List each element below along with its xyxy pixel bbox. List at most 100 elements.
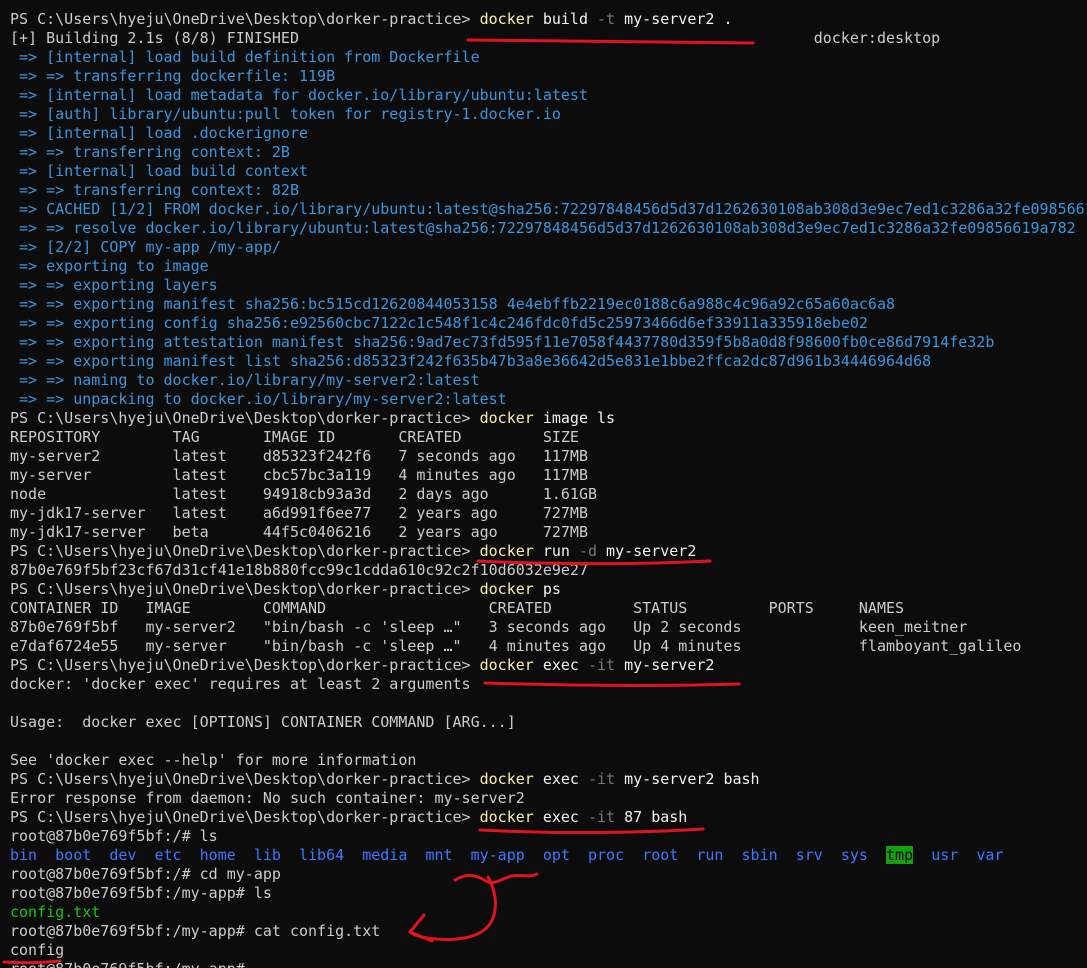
terminal-text: my-server latest cbc57bc3a119 4 minutes …: [10, 466, 588, 484]
terminal-text: docker: [479, 770, 534, 788]
terminal-text: => [internal] load .dockerignore: [10, 124, 309, 142]
terminal-text: => [internal] load metadata for docker.i…: [10, 86, 588, 104]
terminal-line: => [2/2] COPY my-app /my-app/: [10, 238, 1087, 257]
terminal-text: PS C:\Users\hyeju\OneDrive\Desktop\dorke…: [10, 10, 480, 28]
terminal-text: => => exporting attestation manifest sha…: [10, 333, 995, 351]
terminal-text: usr: [931, 846, 959, 864]
terminal-text: docker: [479, 808, 534, 826]
terminal-line: => => exporting attestation manifest sha…: [10, 333, 1087, 352]
terminal-window[interactable]: PS C:\Users\hyeju\OneDrive\Desktop\dorke…: [0, 0, 1087, 968]
terminal-text: build: [533, 10, 598, 28]
terminal-text: tmp: [886, 846, 914, 864]
terminal-line: => exporting to image: [10, 257, 1087, 276]
terminal-line: => => transferring dockerfile: 119B: [10, 67, 1087, 86]
terminal-line: config.txt: [10, 903, 1087, 922]
terminal-line: config: [10, 941, 1087, 960]
terminal-text: exec: [533, 770, 588, 788]
terminal-line: root@87b0e769f5bf:/my-app# ls: [10, 884, 1087, 903]
terminal-line: => [internal] load build context: [10, 162, 1087, 181]
terminal-text: => => unpacking to docker.io/library/my-…: [10, 390, 507, 408]
terminal-text: docker: [479, 409, 534, 427]
terminal-text: docker: [479, 656, 534, 674]
terminal-line: e7daf6724e55 my-server "bin/bash -c 'sle…: [10, 637, 1087, 656]
terminal-line: => [internal] load metadata for docker.i…: [10, 86, 1087, 105]
terminal-text: 87b0e769f5bf23cf67d31cf41e18b880fcc99c1c…: [10, 561, 588, 579]
terminal-text: REPOSITORY TAG IMAGE ID CREATED SIZE: [10, 428, 579, 446]
terminal-line: root@87b0e769f5bf:/my-app# cat config.tx…: [10, 922, 1087, 941]
terminal-text: root@87b0e769f5bf:/# ls: [10, 827, 218, 845]
terminal-text: 87b0e769f5bf my-server2 "bin/bash -c 'sl…: [10, 618, 968, 636]
terminal-text: config.txt: [10, 903, 101, 921]
terminal-text: docker: [479, 580, 534, 598]
terminal-text: e7daf6724e55 my-server "bin/bash -c 'sle…: [10, 637, 1022, 655]
terminal-text: config: [10, 941, 65, 959]
terminal-line: Error response from daemon: No such cont…: [10, 789, 1087, 808]
terminal-text: => [internal] load build definition from…: [10, 48, 480, 66]
terminal-text: proc: [588, 846, 625, 864]
terminal-text: lib: [253, 846, 281, 864]
terminal-line: my-server2 latest d85323f242f6 7 seconds…: [10, 447, 1087, 466]
terminal-text: my-server2: [615, 656, 715, 674]
terminal-text: srv: [795, 846, 823, 864]
terminal-line: PS C:\Users\hyeju\OneDrive\Desktop\dorke…: [10, 770, 1087, 789]
terminal-line: root@87b0e769f5bf:/my-app#: [10, 960, 1087, 968]
terminal-text: PS C:\Users\hyeju\OneDrive\Desktop\dorke…: [10, 656, 480, 674]
terminal-text: sys: [840, 846, 868, 864]
terminal-text: See 'docker exec --help' for more inform…: [10, 751, 417, 769]
terminal-text: Usage: docker exec [OPTIONS] CONTAINER C…: [10, 713, 516, 731]
terminal-line: PS C:\Users\hyeju\OneDrive\Desktop\dorke…: [10, 808, 1087, 827]
terminal-text: => => transferring dockerfile: 119B: [10, 67, 336, 85]
terminal-text: root: [642, 846, 679, 864]
terminal-line: PS C:\Users\hyeju\OneDrive\Desktop\dorke…: [10, 10, 1087, 29]
terminal-text: my-app: [470, 846, 525, 864]
terminal-text: opt: [542, 846, 570, 864]
terminal-text: PS C:\Users\hyeju\OneDrive\Desktop\dorke…: [10, 542, 480, 560]
terminal-text: root@87b0e769f5bf:/my-app#: [10, 960, 254, 968]
terminal-text: lib64: [299, 846, 345, 864]
terminal-line: => => exporting config sha256:e92560cbc7…: [10, 314, 1087, 333]
terminal-line: => => transferring context: 82B: [10, 181, 1087, 200]
terminal-text: -d: [578, 542, 598, 560]
terminal-text: => [internal] load build context: [10, 162, 309, 180]
terminal-text: -it: [587, 656, 616, 674]
terminal-text: => => exporting layers: [10, 276, 218, 294]
terminal-text: -it: [587, 808, 616, 826]
terminal-line: my-jdk17-server latest a6d991f6ee77 2 ye…: [10, 504, 1087, 523]
terminal-text: Error response from daemon: No such cont…: [10, 789, 525, 807]
terminal-text: => => resolve docker.io/library/ubuntu:l…: [10, 219, 1076, 237]
terminal-text: sbin: [741, 846, 778, 864]
terminal-text: 87 bash: [615, 808, 688, 826]
terminal-text: mnt: [425, 846, 453, 864]
terminal-line: PS C:\Users\hyeju\OneDrive\Desktop\dorke…: [10, 580, 1087, 599]
terminal-line: PS C:\Users\hyeju\OneDrive\Desktop\dorke…: [10, 542, 1087, 561]
terminal-line: PS C:\Users\hyeju\OneDrive\Desktop\dorke…: [10, 409, 1087, 428]
terminal-text: dev: [109, 846, 137, 864]
terminal-text: => => transferring context: 2B: [10, 143, 290, 161]
terminal-text: bin: [10, 846, 38, 864]
terminal-text: => => transferring context: 82B: [10, 181, 299, 199]
terminal-text: CONTAINER ID IMAGE COMMAND CREATED STATU…: [10, 599, 905, 617]
terminal-text: ps: [533, 580, 561, 598]
terminal-line: node latest 94918cb93a3d 2 days ago 1.61…: [10, 485, 1087, 504]
terminal-text: run: [696, 846, 724, 864]
terminal-line: Usage: docker exec [OPTIONS] CONTAINER C…: [10, 713, 1087, 732]
terminal-text: PS C:\Users\hyeju\OneDrive\Desktop\dorke…: [10, 409, 480, 427]
terminal-text: => => exporting config sha256:e92560cbc7…: [10, 314, 868, 332]
terminal-line: my-jdk17-server beta 44f5c0406216 2 year…: [10, 523, 1087, 542]
terminal-line: => => naming to docker.io/library/my-ser…: [10, 371, 1087, 390]
terminal-line: => => resolve docker.io/library/ubuntu:l…: [10, 219, 1087, 238]
